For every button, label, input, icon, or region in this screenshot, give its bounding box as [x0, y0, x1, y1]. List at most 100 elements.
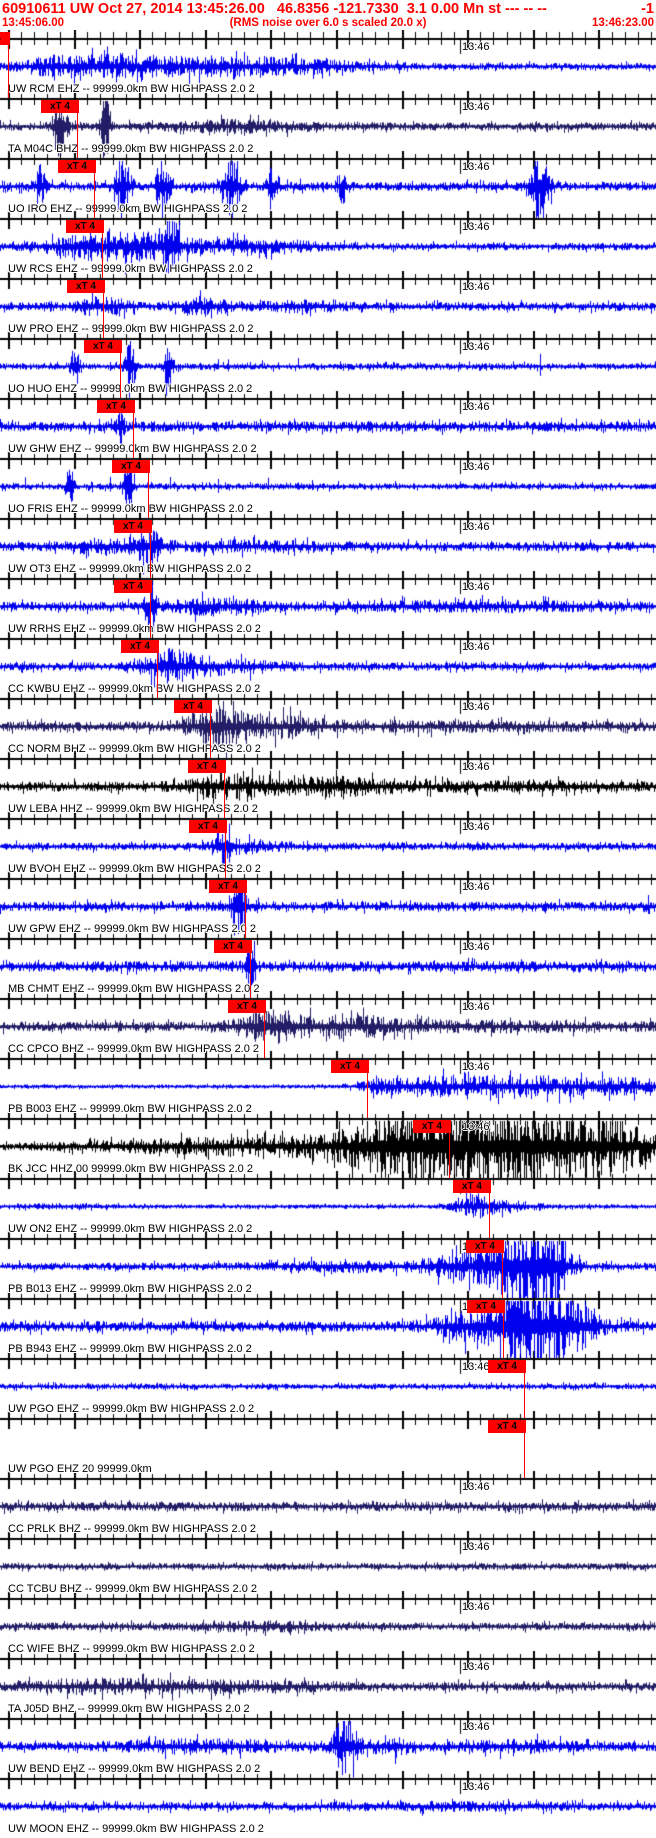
trace-row[interactable]: 13:46 CC PRLK BHZ -- 99999.0km BW HIGHPA…	[0, 1478, 656, 1538]
minute-time-label: 13:46	[462, 401, 490, 413]
pick-flag[interactable]: xT 4	[112, 460, 150, 473]
minute-time-label: 13:46	[462, 581, 490, 593]
minute-time-label: 13:46	[462, 1541, 490, 1553]
station-label: MB CHMT EHZ -- 99999.0km BW HIGHPASS 2.0…	[8, 983, 260, 995]
trace-row[interactable]: 13:46 xT 4 UW BVOH EHZ -- 99999.0km BW H…	[0, 818, 656, 878]
pick-flag[interactable]: xT 4	[467, 1300, 505, 1313]
station-label: UW MOON EHZ -- 99999.0km BW HIGHPASS 2.0…	[8, 1823, 264, 1835]
minute-time-label: 13:46	[462, 701, 490, 713]
trace-row[interactable]: 13:46 UW BEND EHZ -- 99999.0km BW HIGHPA…	[0, 1718, 656, 1778]
minute-time-label: 13:46	[462, 941, 490, 953]
pick-flag[interactable]: xT 4	[174, 700, 212, 713]
minute-time-label: 13:46	[462, 1661, 490, 1673]
pick-flag[interactable]: xT 4	[188, 760, 226, 773]
minute-time-label: 13:46	[462, 641, 490, 653]
trace-row[interactable]: 13:46 xT 4 UO IRO EHZ -- 99999.0km BW HI…	[0, 158, 656, 218]
pick-flag[interactable]: xT 4	[413, 1120, 451, 1133]
minute-time-label: 13:46	[462, 881, 490, 893]
station-label: UW GPW EHZ -- 99999.0km BW HIGHPASS 2.0 …	[8, 923, 256, 935]
pick-flag[interactable]: xT 4	[121, 640, 159, 653]
minute-time-label: 13:46	[462, 761, 490, 773]
pick-flag[interactable]: xT 4	[209, 880, 247, 893]
station-label: UW PGO EHZ -- 99999.0km BW HIGHPASS 2.0 …	[8, 1403, 255, 1415]
trace-row[interactable]: 13:46 xT 4 CC KWBU EHZ -- 99999.0km BW H…	[0, 638, 656, 698]
minute-time-label: 13:46	[462, 281, 490, 293]
minute-time-label: 13:46	[462, 1361, 490, 1373]
pick-flag[interactable]: xT 4	[114, 580, 152, 593]
station-label: UW BEND EHZ -- 99999.0km BW HIGHPASS 2.0…	[8, 1763, 261, 1775]
trace-row[interactable]: 13:46 xT 4 PB B013 EHZ -- 99999.0km BW H…	[0, 1238, 656, 1298]
minute-time-label: 13:46	[462, 1061, 490, 1073]
station-label: CC KWBU EHZ -- 99999.0km BW HIGHPASS 2.0…	[8, 683, 261, 695]
trace-row[interactable]: 13:46 xT 4 UW PRO EHZ -- 99999.0km BW HI…	[0, 278, 656, 338]
trace-row[interactable]: 13:46 xT 4 UW GPW EHZ -- 99999.0km BW HI…	[0, 878, 656, 938]
pick-flag[interactable]: xT 4	[114, 520, 152, 533]
minute-time-label: 13:46	[462, 221, 490, 233]
station-label: UW PGO EHZ 20 99999.0km	[8, 1463, 152, 1475]
trace-row[interactable]: 13:46 xT 4 CC CPCO BHZ -- 99999.0km BW H…	[0, 998, 656, 1058]
trace-row[interactable]: 13:46 xT 4 UW RCS EHZ -- 99999.0km BW HI…	[0, 218, 656, 278]
station-label: UW RRHS EHZ -- 99999.0km BW HIGHPASS 2.0…	[8, 623, 261, 635]
trace-row[interactable]: 13:46 xT 4 UW OT3 EHZ -- 99999.0km BW HI…	[0, 518, 656, 578]
trace-row[interactable]: 13:46 xT 4 UW RCM EHZ -- 99999.0km BW HI…	[0, 32, 656, 98]
trace-row[interactable]: 13:46 xT 4 UO HUO EHZ -- 99999.0km BW HI…	[0, 338, 656, 398]
trace-row[interactable]: 13:46 xT 4 UW GHW EHZ -- 99999.0km BW HI…	[0, 398, 656, 458]
minute-time-label: 13:46	[462, 1001, 490, 1013]
station-label: CC NORM BHZ -- 99999.0km BW HIGHPASS 2.0…	[8, 743, 261, 755]
pick-flag[interactable]: xT 4	[214, 940, 252, 953]
pick-flag[interactable]: xT 4	[66, 220, 104, 233]
rms-scale-note: (RMS noise over 6.0 s scaled 20.0 x)	[229, 17, 427, 29]
station-label: PB B943 EHZ -- 99999.0km BW HIGHPASS 2.0…	[8, 1343, 252, 1355]
pick-flag[interactable]: xT 4	[67, 280, 105, 293]
pick-flag[interactable]: xT 4	[488, 1420, 526, 1433]
trace-row[interactable]: 13:46 UW MOON EHZ -- 99999.0km BW HIGHPA…	[0, 1778, 656, 1838]
pick-flag[interactable]: xT 4	[331, 1060, 369, 1073]
trace-row[interactable]: 13:46 xT 4 UW LEBA HHZ -- 99999.0km BW H…	[0, 758, 656, 818]
pick-flag[interactable]: xT 4	[41, 100, 79, 113]
minute-time-label: 13:46	[462, 1121, 490, 1133]
pick-flag[interactable]: xT 4	[0, 32, 10, 45]
minute-time-label: 13:46	[462, 341, 490, 353]
trace-row[interactable]: 13:46 xT 4 UO FRIS EHZ -- 99999.0km BW H…	[0, 458, 656, 518]
pick-flag[interactable]: xT 4	[97, 400, 135, 413]
trace-row[interactable]: 13:46 CC WIFE BHZ -- 99999.0km BW HIGHPA…	[0, 1598, 656, 1658]
minute-time-label: 13:46	[462, 521, 490, 533]
station-label: BK JCC HHZ 00 99999.0km BW HIGHPASS 2.0 …	[8, 1163, 253, 1175]
pick-flag[interactable]: xT 4	[488, 1360, 526, 1373]
pick-flag[interactable]: xT 4	[189, 820, 227, 833]
station-label: TA M04C BHZ -- 99999.0km BW HIGHPASS 2.0…	[8, 143, 254, 155]
station-label: UW RCS EHZ -- 99999.0km BW HIGHPASS 2.0 …	[8, 263, 253, 275]
trace-row[interactable]: 13:46 xT 4 PB B003 EHZ -- 99999.0km BW H…	[0, 1058, 656, 1118]
station-label: CC WIFE BHZ -- 99999.0km BW HIGHPASS 2.0…	[8, 1643, 255, 1655]
trace-row[interactable]: xT 4 UW PGO EHZ 20 99999.0km	[0, 1418, 656, 1478]
window-start-time: 13:45:06.00	[2, 17, 65, 29]
station-label: UW RCM EHZ -- 99999.0km BW HIGHPASS 2.0 …	[8, 83, 255, 95]
station-label: UO HUO EHZ -- 99999.0km BW HIGHPASS 2.0 …	[8, 383, 253, 395]
trace-row[interactable]: 13:46 xT 4 UW RRHS EHZ -- 99999.0km BW H…	[0, 578, 656, 638]
trace-row[interactable]: 13:46 xT 4 UW PGO EHZ -- 99999.0km BW HI…	[0, 1358, 656, 1418]
trace-row[interactable]: 13:46 xT 4 UW ON2 EHZ -- 99999.0km BW HI…	[0, 1178, 656, 1238]
station-label: CC PRLK BHZ -- 99999.0km BW HIGHPASS 2.0…	[8, 1523, 256, 1535]
minute-time-label: 13:46	[462, 461, 490, 473]
station-label: UW LEBA HHZ -- 99999.0km BW HIGHPASS 2.0…	[8, 803, 258, 815]
trace-row[interactable]: 13:46 xT 4 MB CHMT EHZ -- 99999.0km BW H…	[0, 938, 656, 998]
trace-row[interactable]: 13:46 TA J05D BHZ -- 99999.0km BW HIGHPA…	[0, 1658, 656, 1718]
minute-time-label: 13:46	[462, 1481, 490, 1493]
minute-time-label: 13:46	[462, 161, 490, 173]
trace-row[interactable]: 13:46 xT 4 TA M04C BHZ -- 99999.0km BW H…	[0, 98, 656, 158]
trace-row[interactable]: 13:46 xT 4 PB B943 EHZ -- 99999.0km BW H…	[0, 1298, 656, 1358]
pick-flag[interactable]: xT 4	[453, 1180, 491, 1193]
trace-row[interactable]: 13:46 xT 4 CC NORM BHZ -- 99999.0km BW H…	[0, 698, 656, 758]
pick-flag[interactable]: xT 4	[228, 1000, 266, 1013]
pick-flag[interactable]: xT 4	[58, 160, 96, 173]
pick-flag[interactable]: xT 4	[466, 1240, 504, 1253]
station-label: UW OT3 EHZ -- 99999.0km BW HIGHPASS 2.0 …	[8, 563, 252, 575]
window-end-time: 13:46:23.00	[591, 17, 654, 29]
event-title-line: 60910611 UW Oct 27, 2014 13:45:26.00 46.…	[0, 0, 656, 17]
trace-row[interactable]: 13:46 xT 4 BK JCC HHZ 00 99999.0km BW HI…	[0, 1118, 656, 1178]
station-label: CC CPCO BHZ -- 99999.0km BW HIGHPASS 2.0…	[8, 1043, 260, 1055]
trace-row[interactable]: 13:46 CC TCBU BHZ -- 99999.0km BW HIGHPA…	[0, 1538, 656, 1598]
minute-time-label: 13:46	[462, 821, 490, 833]
pick-flag[interactable]: xT 4	[84, 340, 122, 353]
station-label: UW PRO EHZ -- 99999.0km BW HIGHPASS 2.0 …	[8, 323, 254, 335]
